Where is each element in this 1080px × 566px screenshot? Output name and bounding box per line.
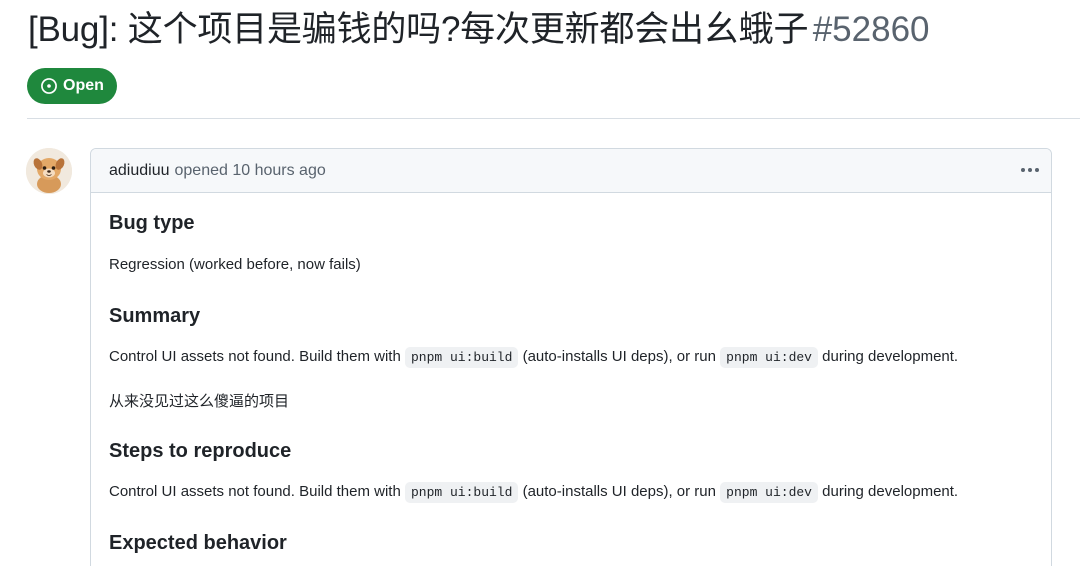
header-divider bbox=[27, 118, 1080, 119]
summary-code-build: pnpm ui:build bbox=[404, 347, 519, 368]
issue-opened-icon bbox=[41, 78, 57, 94]
steps-code-build: pnpm ui:build bbox=[404, 482, 519, 503]
issue-title-row: [Bug]: 这个项目是骗钱的吗?每次更新都会出幺蛾子 #52860 bbox=[28, 8, 930, 52]
steps-text-b: (auto-installs UI deps), or run bbox=[522, 483, 716, 500]
issue-number: #52860 bbox=[812, 10, 930, 49]
bug-type-text: Regression (worked before, now fails) bbox=[109, 256, 361, 273]
avatar-image bbox=[26, 148, 72, 194]
heading-bug-type: Bug type bbox=[109, 212, 195, 234]
summary-text-c: during development. bbox=[822, 348, 959, 365]
heading-expected: Expected behavior bbox=[109, 532, 287, 554]
steps-text-a: Control UI assets not found. Build them … bbox=[109, 483, 401, 500]
heading-steps: Steps to reproduce bbox=[109, 440, 292, 462]
issue-state-label: Open bbox=[63, 77, 104, 94]
comment-author[interactable]: adiudiuu bbox=[109, 162, 170, 180]
issue-comment: adiudiuu opened 10 hours ago Bug type Re… bbox=[90, 148, 1052, 566]
summary-paragraph: Control UI assets not found. Build them … bbox=[109, 347, 959, 368]
summary-code-dev: pnpm ui:dev bbox=[720, 347, 818, 368]
steps-text-c: during development. bbox=[822, 483, 959, 500]
heading-summary: Summary bbox=[109, 305, 201, 327]
avatar[interactable] bbox=[26, 148, 72, 194]
issue-state-badge: Open bbox=[27, 68, 117, 104]
comment-header: adiudiuu opened 10 hours ago bbox=[91, 149, 1051, 193]
summary-text-b: (auto-installs UI deps), or run bbox=[522, 348, 716, 365]
steps-code-dev: pnpm ui:dev bbox=[720, 482, 818, 503]
summary-extra-text: 从来没见过这么傻逼的项目 bbox=[109, 393, 290, 410]
kebab-horizontal-icon[interactable] bbox=[1019, 160, 1041, 180]
issue-title: [Bug]: 这个项目是骗钱的吗?每次更新都会出幺蛾子 bbox=[28, 10, 809, 49]
comment-timestamp[interactable]: opened 10 hours ago bbox=[175, 162, 326, 180]
steps-paragraph: Control UI assets not found. Build them … bbox=[109, 482, 959, 503]
summary-text-a: Control UI assets not found. Build them … bbox=[109, 348, 401, 365]
